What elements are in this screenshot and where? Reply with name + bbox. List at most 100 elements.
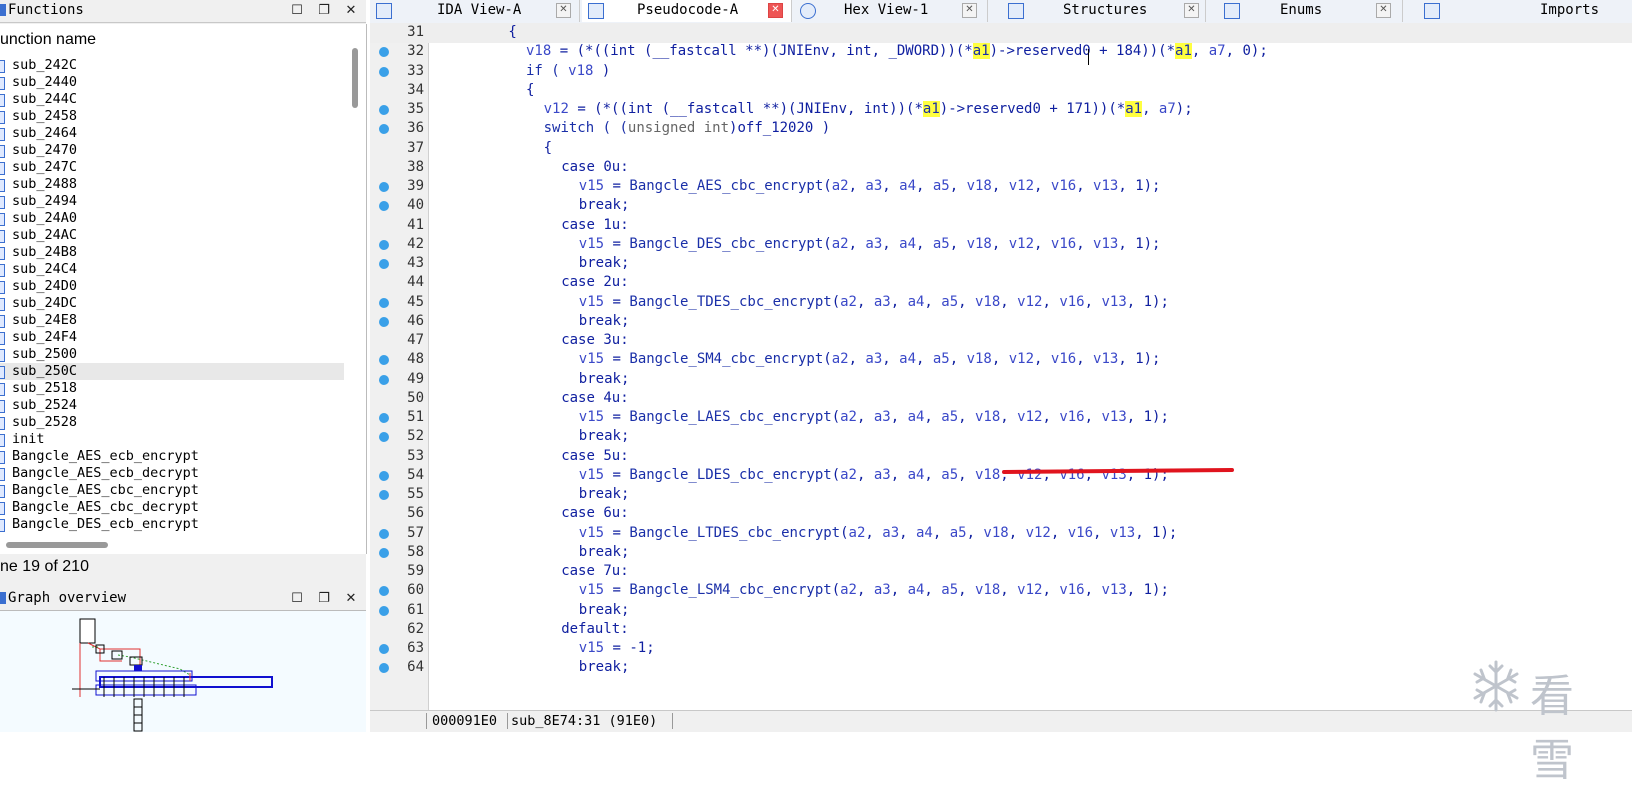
code-line[interactable]: 50 case 4u:	[370, 389, 1632, 409]
code-line[interactable]: 44 case 2u:	[370, 273, 1632, 293]
tab-pseudocode-a[interactable]: Pseudocode-A ✕	[582, 0, 792, 22]
breakpoint-dot-icon[interactable]	[379, 66, 389, 77]
code-line[interactable]: 43 break;	[370, 254, 1632, 274]
tab-imports[interactable]: Imports	[1406, 0, 1632, 22]
code-line[interactable]: 55 break;	[370, 485, 1632, 505]
breakpoint-dot-icon[interactable]	[379, 605, 389, 616]
breakpoint-dot-icon[interactable]	[379, 413, 389, 423]
function-list-item[interactable]: sub_24DC	[0, 295, 344, 312]
breakpoint-dot-icon[interactable]	[379, 297, 389, 308]
function-list-item[interactable]: sub_2524	[0, 397, 344, 414]
close-icon[interactable]: ✕	[342, 590, 360, 608]
function-list-item[interactable]: sub_2488	[0, 176, 344, 193]
maximize-icon[interactable]: ☐	[288, 590, 306, 608]
horizontal-scrollbar-thumb[interactable]	[6, 542, 108, 548]
breakpoint-dot-icon[interactable]	[379, 124, 389, 135]
function-name-column-header[interactable]: unction name	[0, 31, 96, 49]
code-line[interactable]: 61 break;	[370, 601, 1632, 621]
tab-close-icon[interactable]: ✕	[1184, 3, 1199, 18]
breakpoint-dot-icon[interactable]	[379, 259, 389, 269]
breakpoint-dot-icon[interactable]	[379, 374, 389, 385]
function-list-item[interactable]: sub_24E8	[0, 312, 344, 329]
restore-icon[interactable]: ❐	[315, 2, 333, 20]
functions-panel-titlebar[interactable]: Functions ☐ ❐ ✕	[0, 0, 366, 23]
function-list-item[interactable]: sub_2440	[0, 74, 344, 91]
graph-overview-canvas[interactable]	[0, 610, 366, 732]
code-line[interactable]: 33 if ( v18 )	[370, 62, 1632, 82]
breakpoint-dot-icon[interactable]	[379, 239, 389, 250]
code-line[interactable]: 59 case 7u:	[370, 562, 1632, 582]
function-list-item[interactable]: sub_250C	[0, 363, 344, 380]
function-list-item[interactable]: sub_2500	[0, 346, 344, 363]
breakpoint-dot-icon[interactable]	[379, 182, 389, 192]
code-line[interactable]: 54 v15 = Bangcle_LDES_cbc_encrypt(a2, a3,…	[370, 466, 1632, 486]
breakpoint-dot-icon[interactable]	[379, 470, 389, 481]
breakpoint-dot-icon[interactable]	[379, 201, 389, 212]
function-list-item[interactable]: sub_24D0	[0, 278, 344, 295]
tab-enums[interactable]: Enums ✕	[1208, 0, 1414, 22]
tab-ida-view-a[interactable]: IDA View-A ✕	[370, 0, 580, 22]
breakpoint-dot-icon[interactable]	[379, 105, 389, 115]
breakpoint-dot-icon[interactable]	[379, 528, 389, 539]
function-list-item[interactable]: sub_2464	[0, 125, 344, 142]
code-line[interactable]: 56 case 6u:	[370, 504, 1632, 524]
function-list-item[interactable]: sub_247C	[0, 159, 344, 176]
function-list-item[interactable]: Bangcle_AES_ecb_encrypt	[0, 448, 344, 465]
breakpoint-dot-icon[interactable]	[379, 547, 389, 558]
restore-icon[interactable]: ❐	[315, 590, 333, 608]
breakpoint-dot-icon[interactable]	[379, 316, 389, 327]
breakpoint-dot-icon[interactable]	[379, 663, 389, 674]
function-list-item[interactable]: sub_2518	[0, 380, 344, 397]
tab-structures[interactable]: Structures ✕	[988, 0, 1206, 22]
breakpoint-dot-icon[interactable]	[379, 355, 389, 366]
function-list-item[interactable]: sub_2470	[0, 142, 344, 159]
code-line[interactable]: 63 v15 = -1;	[370, 639, 1632, 659]
code-line[interactable]: 58 break;	[370, 543, 1632, 563]
code-line[interactable]: 41 case 1u:	[370, 216, 1632, 236]
tab-close-icon[interactable]: ✕	[1376, 3, 1391, 18]
function-list-item[interactable]: sub_244C	[0, 91, 344, 108]
function-list-item[interactable]: init	[0, 431, 344, 448]
function-list-item[interactable]: Bangcle_AES_ecb_decrypt	[0, 465, 344, 482]
code-line[interactable]: 52 break;	[370, 427, 1632, 447]
code-line[interactable]: 49 break;	[370, 370, 1632, 390]
code-line[interactable]: 45 v15 = Bangcle_TDES_cbc_encrypt(a2, a3,…	[370, 293, 1632, 313]
breakpoint-dot-icon[interactable]	[379, 432, 389, 443]
tab-close-icon[interactable]: ✕	[962, 3, 977, 18]
breakpoint-dot-icon[interactable]	[379, 644, 389, 654]
breakpoint-dot-icon[interactable]	[379, 586, 389, 597]
code-line[interactable]: 53 case 5u:	[370, 447, 1632, 467]
code-line[interactable]: 31 {	[370, 23, 1632, 43]
code-line[interactable]: 42 v15 = Bangcle_DES_cbc_encrypt(a2, a3, …	[370, 235, 1632, 255]
function-list-item[interactable]: sub_24C4	[0, 261, 344, 278]
code-line[interactable]: 47 case 3u:	[370, 331, 1632, 351]
code-line[interactable]: 48 v15 = Bangcle_SM4_cbc_encrypt(a2, a3, …	[370, 350, 1632, 370]
code-line[interactable]: 40 break;	[370, 196, 1632, 216]
function-list-item[interactable]: Bangcle_AES_cbc_encrypt	[0, 482, 344, 499]
close-icon[interactable]: ✕	[342, 2, 360, 20]
code-line[interactable]: 51 v15 = Bangcle_LAES_cbc_encrypt(a2, a3,…	[370, 408, 1632, 428]
function-list-item[interactable]: sub_24F4	[0, 329, 344, 346]
function-list-item[interactable]: sub_242C	[0, 57, 344, 74]
vertical-scrollbar-thumb[interactable]	[352, 48, 358, 108]
code-line[interactable]: 38 case 0u:	[370, 158, 1632, 178]
breakpoint-dot-icon[interactable]	[379, 490, 389, 500]
breakpoint-dot-icon[interactable]	[379, 47, 389, 58]
maximize-icon[interactable]: ☐	[288, 2, 306, 20]
code-line[interactable]: 34 {	[370, 81, 1632, 101]
pseudocode-view[interactable]: 31 {32 v18 = (*((int (__fastcall **)(JNIEn…	[370, 23, 1632, 710]
code-line[interactable]: 57 v15 = Bangcle_LTDES_cbc_encrypt(a2, a3…	[370, 524, 1632, 544]
function-list-item[interactable]: sub_2528	[0, 414, 344, 431]
tab-hex-view-1[interactable]: Hex View-1 ✕	[794, 0, 1004, 22]
code-line[interactable]: 37 {	[370, 139, 1632, 159]
code-line[interactable]: 32 v18 = (*((int (__fastcall **)(JNIEnv, …	[370, 42, 1632, 62]
function-list-item[interactable]: Bangcle_DES_ecb_encrypt	[0, 516, 344, 533]
code-line[interactable]: 62 default:	[370, 620, 1632, 640]
code-line[interactable]: 64 break;	[370, 658, 1632, 678]
function-list-item[interactable]: sub_2458	[0, 108, 344, 125]
function-list-item[interactable]: sub_2494	[0, 193, 344, 210]
tab-close-icon[interactable]: ✕	[768, 3, 783, 18]
function-list-item[interactable]: sub_24B8	[0, 244, 344, 261]
code-line[interactable]: 46 break;	[370, 312, 1632, 332]
graph-overview-titlebar[interactable]: Graph overview ☐ ❐ ✕	[0, 588, 366, 611]
